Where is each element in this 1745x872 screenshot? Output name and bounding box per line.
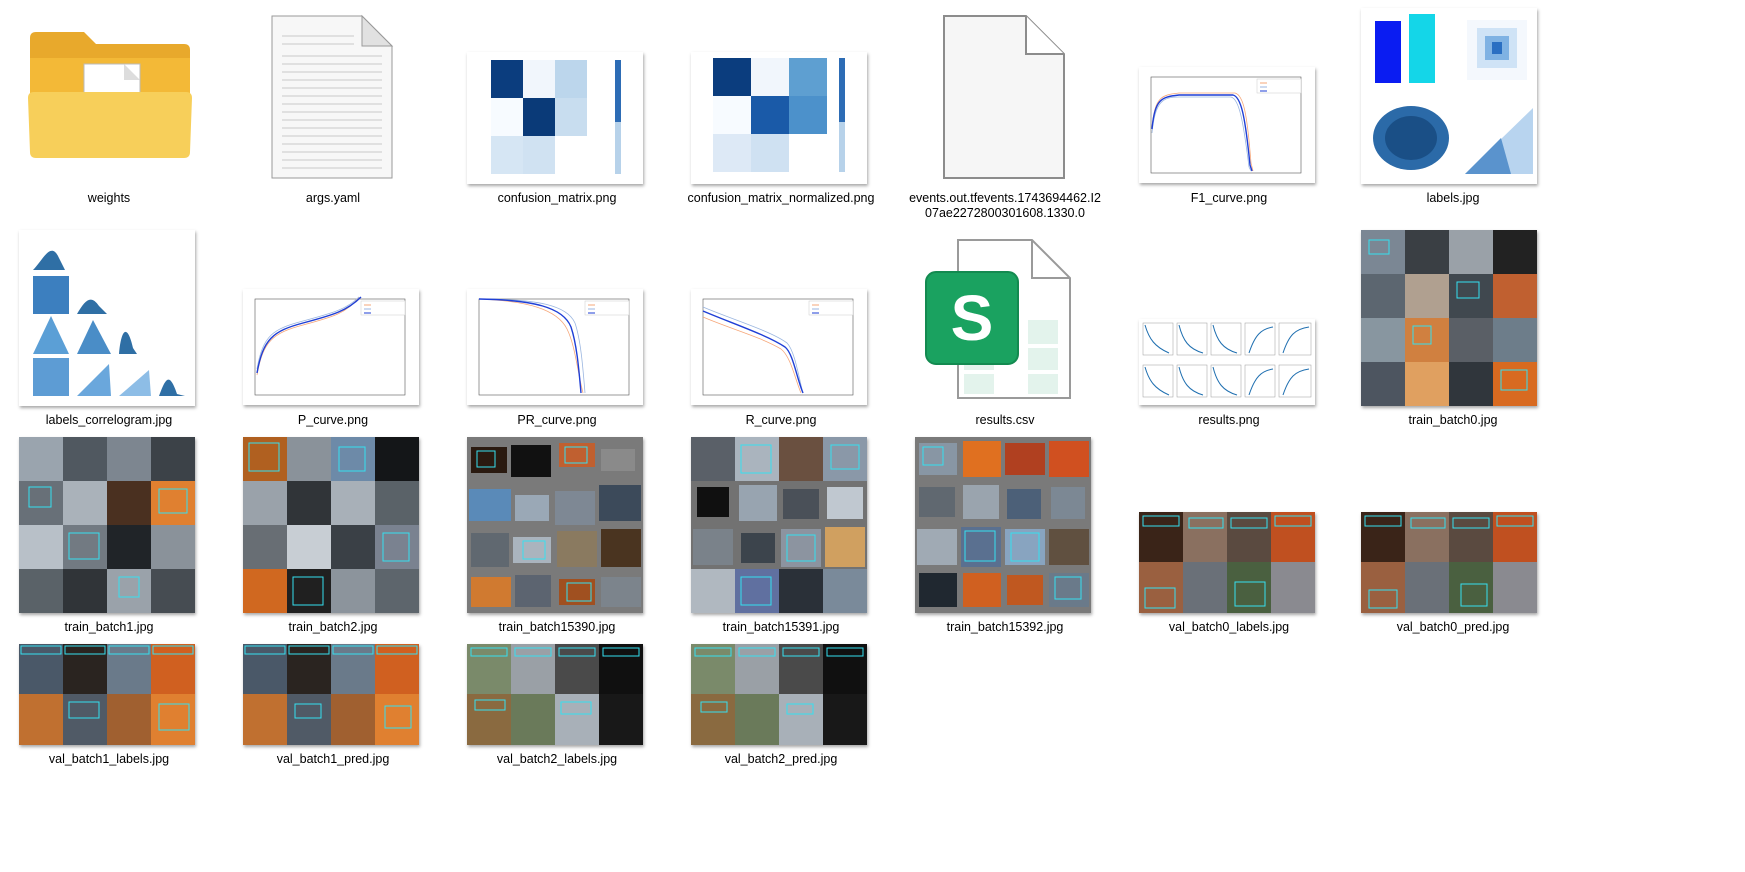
file-name: val_batch1_pred.jpg bbox=[276, 752, 390, 766]
batch-mosaic-thumbnail bbox=[243, 437, 419, 613]
batch-mosaic-thumbnail bbox=[691, 437, 867, 613]
file-item-train-batch2[interactable]: train_batch2.jpg bbox=[228, 430, 438, 634]
file-item-args-yaml[interactable]: args.yaml bbox=[228, 0, 438, 215]
file-name: R_curve.png bbox=[745, 413, 817, 427]
pr-curve-thumbnail bbox=[467, 289, 643, 405]
spreadsheet-icon: S bbox=[922, 236, 1082, 404]
text-document-icon bbox=[270, 14, 394, 180]
file-item-labels-correlogram[interactable]: labels_correlogram.jpg bbox=[4, 222, 214, 437]
file-item-labels[interactable]: labels.jpg bbox=[1348, 0, 1558, 215]
file-name: PR_curve.png bbox=[517, 413, 597, 427]
file-item-results-png[interactable]: results.png bbox=[1124, 222, 1334, 437]
file-item-p-curve[interactable]: P_curve.png bbox=[228, 222, 438, 437]
batch-mosaic-thumbnail bbox=[691, 644, 867, 745]
file-item-weights[interactable]: weights bbox=[4, 0, 214, 215]
batch-mosaic-thumbnail bbox=[243, 644, 419, 745]
file-item-val-batch2-pred[interactable]: val_batch2_pred.jpg bbox=[676, 636, 886, 770]
file-item-results-csv[interactable]: S results.csv bbox=[900, 222, 1110, 437]
file-item-pr-curve[interactable]: PR_curve.png bbox=[452, 222, 662, 437]
batch-mosaic-thumbnail bbox=[467, 644, 643, 745]
results-thumbnail bbox=[1139, 319, 1315, 405]
batch-mosaic-thumbnail bbox=[19, 437, 195, 613]
batch-mosaic-thumbnail bbox=[915, 437, 1091, 613]
file-name: events.out.tfevents.1743694462.I207ae227… bbox=[909, 191, 1101, 220]
file-item-confusion-matrix-normalized[interactable]: confusion_matrix_normalized.png bbox=[676, 0, 886, 215]
file-name: confusion_matrix_normalized.png bbox=[687, 191, 875, 205]
file-name: args.yaml bbox=[305, 191, 361, 205]
file-name: train_batch0.jpg bbox=[1408, 413, 1498, 427]
file-name: train_batch1.jpg bbox=[64, 620, 154, 634]
batch-mosaic-thumbnail bbox=[1361, 230, 1537, 406]
file-item-val-batch2-labels[interactable]: val_batch2_labels.jpg bbox=[452, 636, 662, 770]
batch-mosaic-thumbnail bbox=[467, 437, 643, 613]
file-name: weights bbox=[87, 191, 131, 205]
batch-mosaic-thumbnail bbox=[1361, 512, 1537, 613]
file-item-confusion-matrix[interactable]: confusion_matrix.png bbox=[452, 0, 662, 215]
file-item-train-batch15390[interactable]: train_batch15390.jpg bbox=[452, 430, 662, 634]
file-item-val-batch1-pred[interactable]: val_batch1_pred.jpg bbox=[228, 636, 438, 770]
correlogram-thumbnail bbox=[19, 230, 195, 406]
file-item-val-batch0-labels[interactable]: val_batch0_labels.jpg bbox=[1124, 430, 1334, 634]
file-name: labels_correlogram.jpg bbox=[45, 413, 173, 427]
folder-icon bbox=[26, 28, 194, 160]
labels-thumbnail bbox=[1361, 8, 1537, 184]
confusion-matrix-normalized-thumbnail bbox=[691, 52, 867, 184]
file-item-f1-curve[interactable]: F1_curve.png bbox=[1124, 0, 1334, 215]
confusion-matrix-thumbnail bbox=[467, 52, 643, 184]
file-name: results.png bbox=[1198, 413, 1260, 427]
svg-text:S: S bbox=[951, 282, 994, 354]
blank-file-icon bbox=[942, 14, 1066, 180]
file-item-train-batch0[interactable]: train_batch0.jpg bbox=[1348, 222, 1558, 437]
file-name: val_batch1_labels.jpg bbox=[48, 752, 170, 766]
batch-mosaic-thumbnail bbox=[1139, 512, 1315, 613]
file-name: results.csv bbox=[975, 413, 1035, 427]
r-curve-thumbnail bbox=[691, 289, 867, 405]
file-item-val-batch0-pred[interactable]: val_batch0_pred.jpg bbox=[1348, 430, 1558, 634]
file-name: confusion_matrix.png bbox=[497, 191, 617, 205]
file-item-val-batch1-labels[interactable]: val_batch1_labels.jpg bbox=[4, 636, 214, 770]
file-name: F1_curve.png bbox=[1190, 191, 1268, 205]
batch-mosaic-thumbnail bbox=[19, 644, 195, 745]
file-name: P_curve.png bbox=[297, 413, 369, 427]
p-curve-thumbnail bbox=[243, 289, 419, 405]
file-name: train_batch2.jpg bbox=[288, 620, 378, 634]
file-item-tfevents[interactable]: events.out.tfevents.1743694462.I207ae227… bbox=[900, 0, 1110, 230]
file-name: train_batch15390.jpg bbox=[498, 620, 616, 634]
file-item-r-curve[interactable]: R_curve.png bbox=[676, 222, 886, 437]
f1-curve-thumbnail bbox=[1139, 67, 1315, 183]
file-name: val_batch2_labels.jpg bbox=[496, 752, 618, 766]
file-name: val_batch2_pred.jpg bbox=[724, 752, 838, 766]
file-name: val_batch0_pred.jpg bbox=[1396, 620, 1510, 634]
file-name: train_batch15391.jpg bbox=[722, 620, 840, 634]
file-item-train-batch1[interactable]: train_batch1.jpg bbox=[4, 430, 214, 634]
file-name: train_batch15392.jpg bbox=[946, 620, 1064, 634]
file-item-train-batch15391[interactable]: train_batch15391.jpg bbox=[676, 430, 886, 634]
file-item-train-batch15392[interactable]: train_batch15392.jpg bbox=[900, 430, 1110, 634]
file-name: labels.jpg bbox=[1426, 191, 1480, 205]
file-name: val_batch0_labels.jpg bbox=[1168, 620, 1290, 634]
